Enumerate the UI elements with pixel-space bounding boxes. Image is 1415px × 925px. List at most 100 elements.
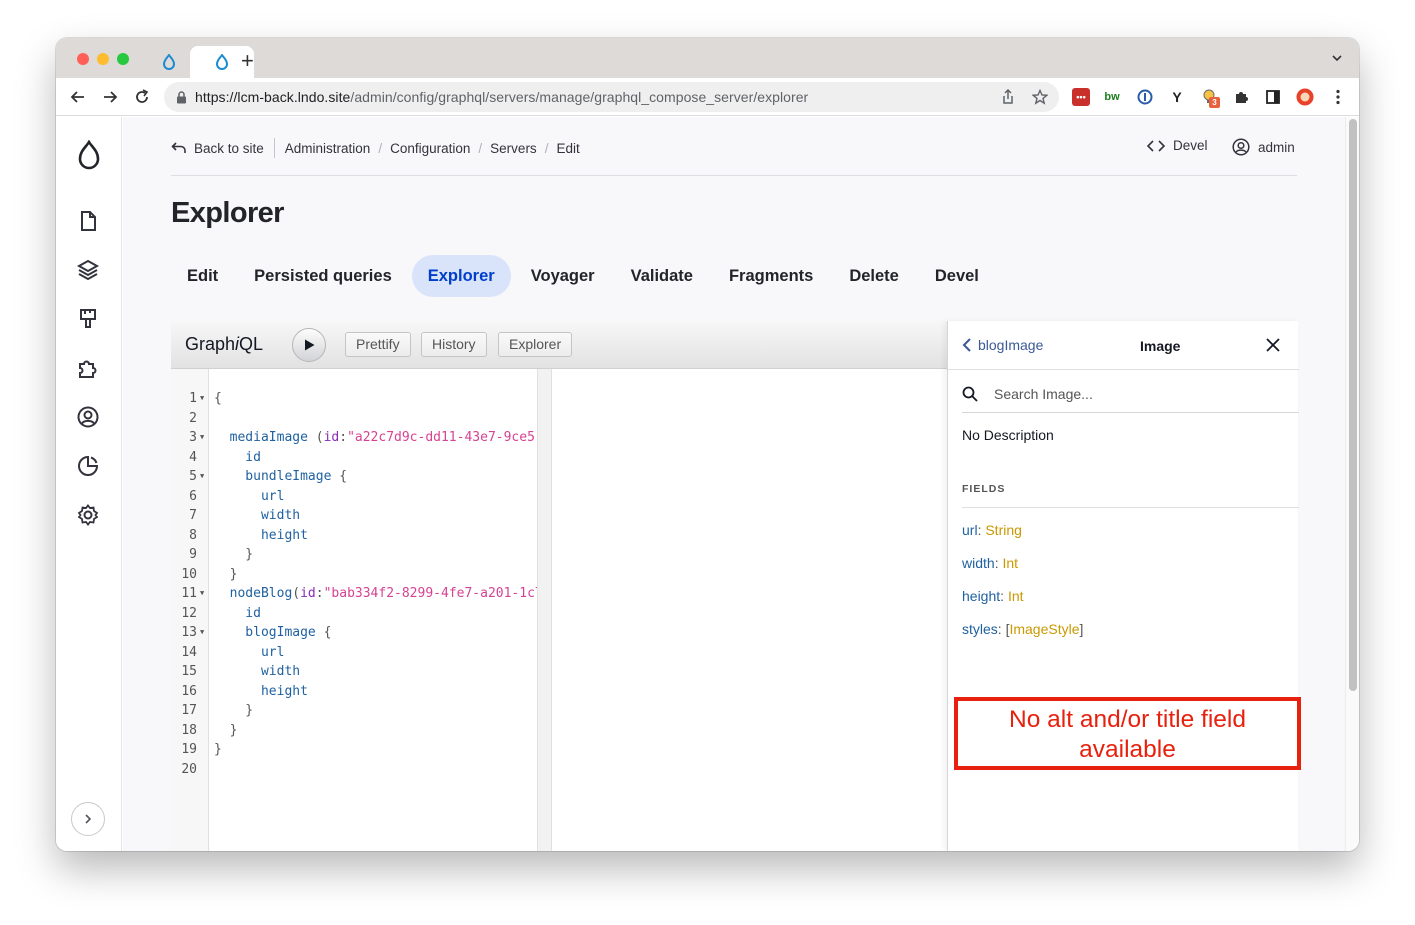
field-name[interactable]: url <box>962 522 978 538</box>
code-line[interactable]: 18 } <box>171 721 537 741</box>
content-icon[interactable] <box>76 209 100 233</box>
code-text: id <box>214 448 261 468</box>
code-token: ( <box>292 586 301 601</box>
tab-persisted-queries[interactable]: Persisted queries <box>238 255 408 297</box>
tab-voyager[interactable]: Voyager <box>515 255 611 297</box>
extension-1password-icon[interactable] <box>1136 88 1154 106</box>
side-panel-icon[interactable] <box>1264 88 1282 106</box>
people-user-icon[interactable] <box>76 405 100 429</box>
page-scrollbar[interactable] <box>1345 117 1359 851</box>
back-button[interactable] <box>68 87 88 107</box>
user-account-link[interactable]: admin <box>1232 138 1295 156</box>
breadcrumb-configuration[interactable]: Configuration <box>390 141 470 156</box>
field-styles[interactable]: styles: [ImageStyle] <box>962 621 1083 637</box>
tab-validate[interactable]: Validate <box>615 255 709 297</box>
code-line[interactable]: 19} <box>171 740 537 760</box>
execute-query-button[interactable] <box>292 328 326 362</box>
code-line[interactable]: 5 ▼ bundleImage { <box>171 467 537 487</box>
minimize-window-button[interactable] <box>97 53 109 65</box>
breadcrumb-administration[interactable]: Administration <box>285 141 371 156</box>
field-name[interactable]: height <box>962 588 1000 604</box>
tab-devel[interactable]: Devel <box>919 255 995 297</box>
reports-pie-icon[interactable] <box>76 454 100 478</box>
code-line[interactable]: 15 width <box>171 662 537 682</box>
fold-marker-icon[interactable]: ▼ <box>200 428 204 448</box>
tab-explorer[interactable]: Explorer <box>411 255 511 297</box>
code-line[interactable]: 2 <box>171 409 537 429</box>
fold-marker-icon[interactable]: ▼ <box>200 584 204 604</box>
fold-marker-icon[interactable]: ▼ <box>200 467 204 487</box>
configuration-gear-icon[interactable] <box>76 503 100 527</box>
breadcrumb-edit[interactable]: Edit <box>556 141 579 156</box>
code-line[interactable]: 4 id <box>171 448 537 468</box>
code-line[interactable]: 16 height <box>171 682 537 702</box>
query-editor[interactable]: 1 ▼{2 3 ▼ mediaImage (id:"a22c7d9c-dd11-43e… <box>171 369 551 851</box>
prettify-button[interactable]: Prettify <box>345 332 411 357</box>
breadcrumb-separator: / <box>378 140 383 156</box>
breadcrumb-servers[interactable]: Servers <box>490 141 537 156</box>
fold-marker-icon[interactable]: ▼ <box>200 389 204 409</box>
docs-back-link[interactable]: blogImage <box>962 337 1043 353</box>
extensions-puzzle-icon[interactable] <box>1232 88 1250 106</box>
history-button[interactable]: History <box>421 332 487 357</box>
back-to-site-link[interactable]: Back to site <box>194 141 264 156</box>
code-text: width <box>214 662 300 682</box>
code-line[interactable]: 8 height <box>171 526 537 546</box>
code-line[interactable]: 10 } <box>171 565 537 585</box>
devel-link[interactable]: Devel <box>1147 138 1208 153</box>
address-bar[interactable]: https://lcm-back.lndo.site/admin/config/… <box>164 82 1059 112</box>
fold-marker-icon[interactable]: ▼ <box>200 623 204 643</box>
field-url[interactable]: url: String <box>962 522 1022 538</box>
code-line[interactable]: 20 <box>171 760 537 780</box>
profile-avatar-icon[interactable] <box>1296 88 1314 106</box>
tab-fragments[interactable]: Fragments <box>713 255 829 297</box>
code-text: } <box>214 565 238 585</box>
code-line[interactable]: 9 } <box>171 545 537 565</box>
extension-bulb-icon[interactable]: 3 <box>1200 88 1220 108</box>
extend-puzzle-icon[interactable] <box>76 356 100 380</box>
tab-delete[interactable]: Delete <box>833 255 915 297</box>
extension-lastpass-icon[interactable]: ••• <box>1072 88 1090 106</box>
editor-drag-bar[interactable] <box>537 369 551 851</box>
field-type[interactable]: ImageStyle <box>1009 621 1079 637</box>
bookmark-star-icon[interactable] <box>1032 89 1048 105</box>
field-name[interactable]: width <box>962 555 995 571</box>
field-height[interactable]: height: Int <box>962 588 1024 604</box>
browser-menu-icon[interactable] <box>1329 88 1347 106</box>
code-line[interactable]: 12 id <box>171 604 537 624</box>
close-icon[interactable] <box>1266 338 1280 352</box>
zoom-window-button[interactable] <box>117 53 129 65</box>
field-type[interactable]: Int <box>1008 588 1024 604</box>
field-type[interactable]: Int <box>1002 555 1018 571</box>
extension-bw-icon[interactable]: bw <box>1103 88 1121 106</box>
explorer-button[interactable]: Explorer <box>498 332 573 357</box>
share-icon[interactable] <box>1001 89 1015 105</box>
forward-button[interactable] <box>100 87 120 107</box>
code-line[interactable]: 17 } <box>171 701 537 721</box>
code-line[interactable]: 3 ▼ mediaImage (id:"a22c7d9c-dd11-43e7-9c… <box>171 428 543 448</box>
tab-search-chevron-icon[interactable] <box>1331 52 1343 64</box>
field-width[interactable]: width: Int <box>962 555 1018 571</box>
code-line[interactable]: 11 ▼ nodeBlog(id:"bab334f2-8299-4fe7-a201… <box>171 584 542 604</box>
code-line[interactable]: 6 url <box>171 487 537 507</box>
structure-layers-icon[interactable] <box>76 258 100 282</box>
reload-button[interactable] <box>132 87 152 107</box>
arrow-left-icon <box>70 91 84 103</box>
appearance-brush-icon[interactable] <box>76 307 100 331</box>
field-type[interactable]: String <box>985 522 1022 538</box>
extension-y-icon[interactable]: Y <box>1168 88 1186 106</box>
code-line[interactable]: 14 url <box>171 643 537 663</box>
page-scrollbar-thumb[interactable] <box>1349 119 1357 691</box>
tab-edit[interactable]: Edit <box>171 255 234 297</box>
browser-tab-1[interactable] <box>152 46 186 78</box>
close-window-button[interactable] <box>77 53 89 65</box>
code-line[interactable]: 7 width <box>171 506 537 526</box>
code-line[interactable]: 1 ▼ { <box>171 389 537 409</box>
drupal-logo-icon[interactable] <box>76 140 102 172</box>
field-name[interactable]: styles <box>962 621 998 637</box>
code-line[interactable]: 13 ▼ blogImage { <box>171 623 537 643</box>
expand-sidebar-button[interactable] <box>71 802 105 836</box>
code-text: } <box>214 740 222 760</box>
docs-search-input[interactable] <box>994 386 1274 402</box>
new-tab-button[interactable]: + <box>241 46 254 76</box>
